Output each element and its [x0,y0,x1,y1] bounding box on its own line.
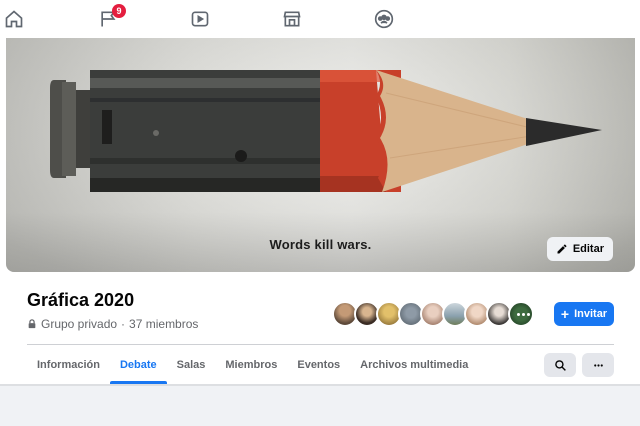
feed-area [0,386,640,426]
tab-informacion[interactable]: Información [27,346,110,384]
group-name[interactable]: Gráfica 2020 [27,290,134,311]
search-button[interactable] [544,353,576,377]
nav-marketplace[interactable] [262,0,322,38]
nav-groups[interactable] [354,0,414,38]
tab-eventos[interactable]: Eventos [287,346,350,384]
group-meta: Grupo privado · 37 miembros [27,317,198,331]
group-tabs: Información Debate Salas Miembros Evento… [27,346,478,384]
home-icon [5,10,23,28]
more-options-button[interactable] [582,353,614,377]
lock-icon [28,319,36,329]
nav-home[interactable] [0,0,44,38]
groups-icon [374,9,394,29]
plus-icon: + [560,306,570,322]
nav-pages[interactable]: 9 [78,0,138,38]
top-navigation: 9 [0,0,640,38]
edit-cover-label: Editar [572,243,604,255]
watch-icon [191,11,209,27]
tab-miembros[interactable]: Miembros [215,346,287,384]
header-divider [27,344,614,345]
cover-photo: Words kill wars. Editar [6,38,635,272]
invite-label: Invitar [574,308,608,320]
tab-archivos-multimedia[interactable]: Archivos multimedia [350,346,478,384]
avatar[interactable] [508,301,534,327]
search-icon [554,359,566,371]
more-icon [593,363,603,367]
notification-badge: 9 [112,4,126,18]
marketplace-icon [283,11,301,27]
group-member-count[interactable]: 37 miembros [129,317,198,331]
meta-separator: · [121,317,126,331]
member-avatars[interactable] [332,301,534,327]
group-privacy[interactable]: Grupo privado [41,317,117,331]
edit-cover-button[interactable]: Editar [546,237,613,261]
nav-watch[interactable] [170,0,230,38]
pencil-icon [557,244,567,254]
invite-button[interactable]: + Invitar [554,302,614,326]
tab-salas[interactable]: Salas [167,346,216,384]
tab-debate[interactable]: Debate [109,346,167,384]
cover-slogan: Words kill wars. [269,237,372,252]
